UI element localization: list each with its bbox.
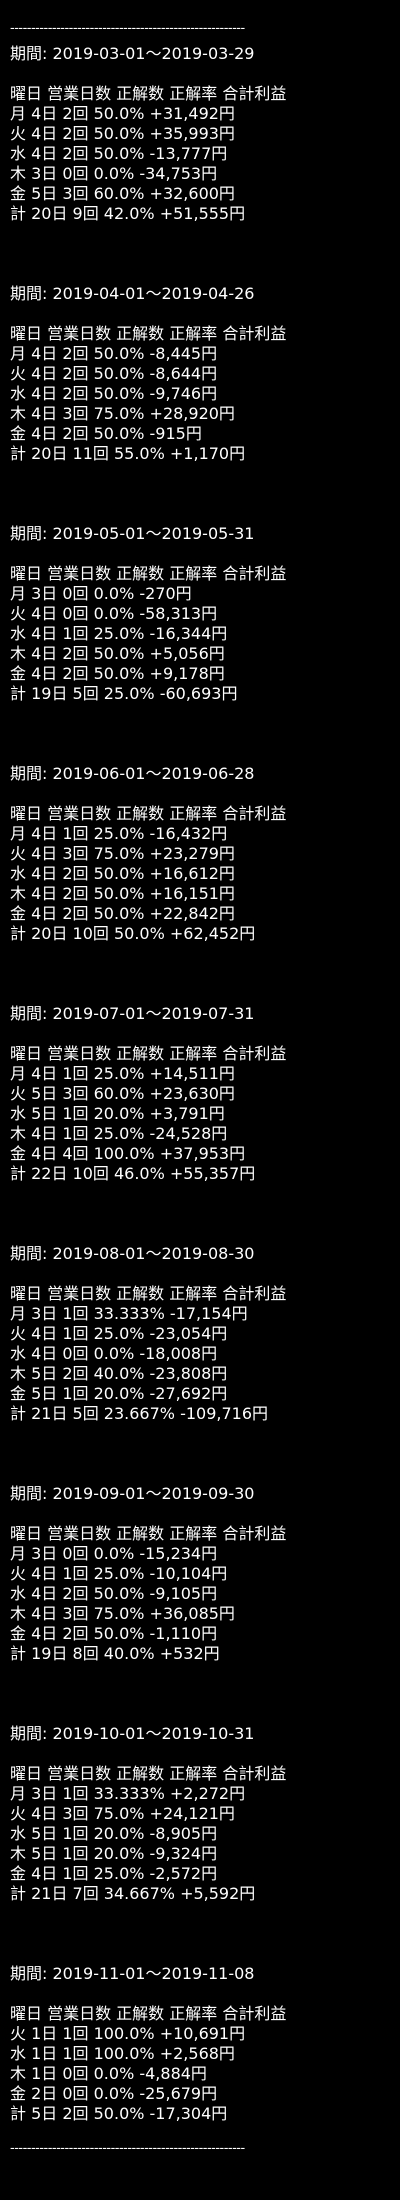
report-page: ----------------------------------------…: [0, 0, 400, 2200]
period-label: 期間: 2019-08-01〜2019-08-30: [10, 1244, 255, 1263]
table-row: 火 4日 1回 25.0% -23,054円: [10, 1324, 228, 1343]
table-row: 月 3日 1回 33.333% -17,154円: [10, 1304, 248, 1323]
table-row: 金 4日 2回 50.0% +22,842円: [10, 904, 235, 923]
table-row: 金 4日 1回 25.0% -2,572円: [10, 1864, 218, 1883]
table-header: 曜日 営業日数 正解数 正解率 合計利益: [10, 2004, 287, 2023]
table-row: 金 2日 0回 0.0% -25,679円: [10, 2084, 218, 2103]
table-row: 月 4日 1回 25.0% -16,432円: [10, 824, 228, 843]
period-section-6: 期間: 2019-08-01〜2019-08-30 曜日 営業日数 正解数 正解…: [10, 1244, 390, 1424]
table-row: 金 4日 2回 50.0% +9,178円: [10, 664, 225, 683]
table-row: 木 5日 2回 40.0% -23,808円: [10, 1364, 228, 1383]
top-divider: ----------------------------------------…: [10, 21, 245, 36]
table-row: 火 5日 3回 60.0% +23,630円: [10, 1084, 235, 1103]
period-section-2: 期間: 2019-04-01〜2019-04-26 曜日 営業日数 正解数 正解…: [10, 284, 390, 464]
table-row: 火 4日 0回 0.0% -58,313円: [10, 604, 218, 623]
period-section-1: 期間: 2019-03-01〜2019-03-29 曜日 営業日数 正解数 正解…: [10, 44, 390, 224]
total-row: 計 19日 5回 25.0% -60,693円: [10, 684, 238, 703]
table-header: 曜日 営業日数 正解数 正解率 合計利益: [10, 324, 287, 343]
table-header: 曜日 営業日数 正解数 正解率 合計利益: [10, 1524, 287, 1543]
period-label: 期間: 2019-09-01〜2019-09-30: [10, 1484, 255, 1503]
table-row: 月 4日 1回 25.0% +14,511円: [10, 1064, 235, 1083]
table-row: 火 4日 1回 25.0% -10,104円: [10, 1564, 228, 1583]
period-label: 期間: 2019-05-01〜2019-05-31: [10, 524, 255, 543]
table-row: 水 4日 2回 50.0% -9,746円: [10, 384, 218, 403]
period-label: 期間: 2019-04-01〜2019-04-26: [10, 284, 255, 303]
period-section-3: 期間: 2019-05-01〜2019-05-31 曜日 営業日数 正解数 正解…: [10, 524, 390, 704]
table-row: 金 4日 4回 100.0% +37,953円: [10, 1144, 246, 1163]
table-row: 月 4日 2回 50.0% +31,492円: [10, 104, 235, 123]
table-header: 曜日 営業日数 正解数 正解率 合計利益: [10, 1044, 287, 1063]
table-row: 金 5日 1回 20.0% -27,692円: [10, 1384, 228, 1403]
table-row: 火 1日 1回 100.0% +10,691円: [10, 2024, 246, 2043]
table-row: 月 3日 0回 0.0% -270円: [10, 584, 192, 603]
table-row: 水 4日 2回 50.0% -13,777円: [10, 144, 228, 163]
total-row: 計 21日 5回 23.667% -109,716円: [10, 1404, 269, 1423]
total-row: 計 22日 10回 46.0% +55,357円: [10, 1164, 256, 1183]
bottom-divider: ----------------------------------------…: [10, 2141, 245, 2156]
table-row: 木 4日 3回 75.0% +28,920円: [10, 404, 235, 423]
period-section-5: 期間: 2019-07-01〜2019-07-31 曜日 営業日数 正解数 正解…: [10, 1004, 390, 1184]
table-row: 月 3日 0回 0.0% -15,234円: [10, 1544, 218, 1563]
table-row: 金 4日 2回 50.0% -1,110円: [10, 1624, 218, 1643]
table-row: 木 4日 3回 75.0% +36,085円: [10, 1604, 235, 1623]
period-label: 期間: 2019-10-01〜2019-10-31: [10, 1724, 255, 1743]
table-row: 火 4日 2回 50.0% +35,993円: [10, 124, 235, 143]
table-row: 水 4日 2回 50.0% +16,612円: [10, 864, 235, 883]
table-row: 木 1日 0回 0.0% -4,884円: [10, 2064, 207, 2083]
table-row: 木 4日 2回 50.0% +16,151円: [10, 884, 235, 903]
table-row: 水 4日 2回 50.0% -9,105円: [10, 1584, 218, 1603]
table-row: 水 1日 1回 100.0% +2,568円: [10, 2044, 235, 2063]
table-row: 水 4日 0回 0.0% -18,008円: [10, 1344, 218, 1363]
table-row: 月 4日 2回 50.0% -8,445円: [10, 344, 218, 363]
total-row: 計 20日 11回 55.0% +1,170円: [10, 444, 246, 463]
table-row: 木 4日 1回 25.0% -24,528円: [10, 1124, 228, 1143]
period-label: 期間: 2019-06-01〜2019-06-28: [10, 764, 255, 783]
table-row: 木 4日 2回 50.0% +5,056円: [10, 644, 225, 663]
period-label: 期間: 2019-11-01〜2019-11-08: [10, 1964, 255, 1983]
table-row: 火 4日 3回 75.0% +24,121円: [10, 1804, 235, 1823]
table-row: 水 5日 1回 20.0% +3,791円: [10, 1104, 225, 1123]
total-row: 計 19日 8回 40.0% +532円: [10, 1644, 220, 1663]
total-row: 計 20日 9回 42.0% +51,555円: [10, 204, 246, 223]
table-row: 金 5日 3回 60.0% +32,600円: [10, 184, 235, 203]
table-header: 曜日 営業日数 正解数 正解率 合計利益: [10, 84, 287, 103]
table-row: 木 3日 0回 0.0% -34,753円: [10, 164, 218, 183]
period-section-9: 期間: 2019-11-01〜2019-11-08 曜日 営業日数 正解数 正解…: [10, 1964, 390, 2124]
table-row: 水 5日 1回 20.0% -8,905円: [10, 1824, 218, 1843]
period-label: 期間: 2019-07-01〜2019-07-31: [10, 1004, 255, 1023]
period-section-4: 期間: 2019-06-01〜2019-06-28 曜日 営業日数 正解数 正解…: [10, 764, 390, 944]
total-row: 計 21日 7回 34.667% +5,592円: [10, 1884, 256, 1903]
period-section-7: 期間: 2019-09-01〜2019-09-30 曜日 営業日数 正解数 正解…: [10, 1484, 390, 1664]
table-header: 曜日 営業日数 正解数 正解率 合計利益: [10, 1284, 287, 1303]
period-section-8: 期間: 2019-10-01〜2019-10-31 曜日 営業日数 正解数 正解…: [10, 1724, 390, 1904]
total-row: 計 20日 10回 50.0% +62,452円: [10, 924, 256, 943]
period-label: 期間: 2019-03-01〜2019-03-29: [10, 44, 255, 63]
table-row: 金 4日 2回 50.0% -915円: [10, 424, 202, 443]
table-row: 火 4日 2回 50.0% -8,644円: [10, 364, 218, 383]
table-row: 木 5日 1回 20.0% -9,324円: [10, 1844, 218, 1863]
total-row: 計 5日 2回 50.0% -17,304円: [10, 2104, 228, 2123]
table-row: 火 4日 3回 75.0% +23,279円: [10, 844, 235, 863]
table-header: 曜日 営業日数 正解数 正解率 合計利益: [10, 804, 287, 823]
table-header: 曜日 営業日数 正解数 正解率 合計利益: [10, 1764, 287, 1783]
table-row: 月 3日 1回 33.333% +2,272円: [10, 1784, 246, 1803]
table-header: 曜日 営業日数 正解数 正解率 合計利益: [10, 564, 287, 583]
table-row: 水 4日 1回 25.0% -16,344円: [10, 624, 228, 643]
